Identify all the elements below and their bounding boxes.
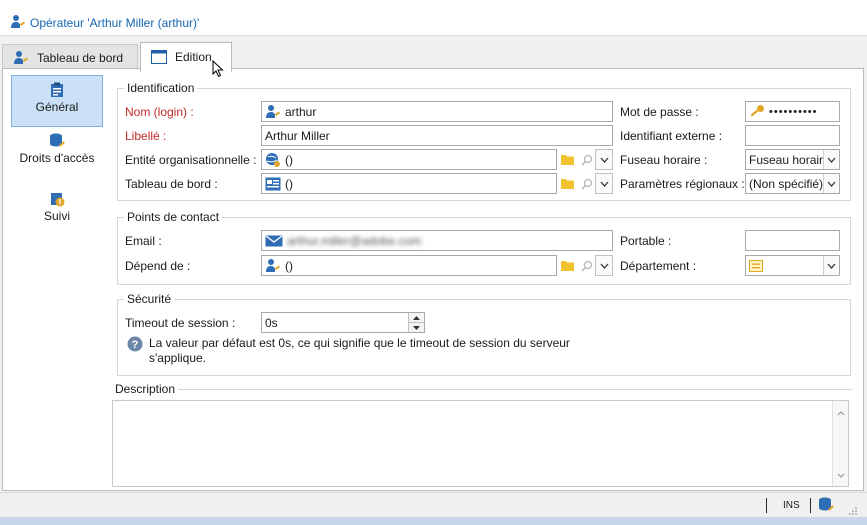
- search-icon[interactable]: [578, 173, 596, 194]
- status-bar: INS: [0, 492, 867, 517]
- nav-label: Droits d'accès: [19, 151, 95, 165]
- nav-item-droits-acces[interactable]: Droits d'accès: [11, 133, 103, 185]
- portable-label: Portable :: [620, 234, 672, 248]
- depend-value: (): [285, 258, 293, 273]
- regional-label: Paramètres régionaux :: [620, 177, 745, 191]
- chevron-down-icon[interactable]: [823, 256, 839, 275]
- timeout-label: Timeout de session :: [125, 316, 236, 330]
- database-key-icon: [49, 133, 65, 149]
- libelle-field[interactable]: Arthur Miller: [261, 125, 613, 146]
- operator-icon: [13, 50, 29, 66]
- description-separator: [115, 389, 852, 390]
- folder-icon[interactable]: [558, 149, 576, 170]
- dashboard-icon: [265, 177, 281, 191]
- nav-item-suivi[interactable]: Suivi: [11, 191, 103, 243]
- libelle-label: Libellé :: [125, 129, 167, 143]
- portable-field[interactable]: [745, 230, 840, 251]
- tab-label: Edition: [175, 50, 212, 64]
- window-bottom-border: [0, 517, 867, 525]
- operator-icon: [265, 104, 281, 120]
- departement-label: Département :: [620, 259, 697, 273]
- status-separator: [810, 498, 811, 513]
- nav-label: Général: [35, 100, 79, 114]
- envelope-icon: [265, 234, 283, 247]
- entite-label: Entité organisationnelle :: [125, 153, 257, 167]
- nav-label: Suivi: [43, 209, 70, 223]
- password-value: ••••••••••: [769, 105, 818, 118]
- key-icon: [749, 104, 765, 120]
- folder-icon[interactable]: [558, 173, 576, 194]
- timezone-select[interactable]: Fuseau horaire: [745, 149, 840, 170]
- group-title: Identification: [124, 81, 198, 95]
- departement-select[interactable]: [745, 255, 840, 276]
- info-badge-icon: [49, 191, 65, 207]
- insert-mode-indicator: INS: [783, 500, 800, 511]
- operator-icon: [265, 258, 281, 274]
- help-icon: ?: [127, 336, 143, 366]
- search-icon[interactable]: [578, 149, 596, 170]
- timeout-info: ? La valeur par défaut est 0s, ce qui si…: [127, 336, 597, 366]
- chevron-down-icon[interactable]: [823, 150, 839, 169]
- tab-bar: Tableau de bord Edition: [0, 36, 867, 78]
- group-title: Points de contact: [124, 210, 223, 224]
- timeout-value: 0s: [265, 315, 278, 330]
- scroll-up-icon[interactable]: [837, 405, 845, 419]
- status-separator: [766, 498, 767, 513]
- search-icon[interactable]: [578, 255, 596, 276]
- tableau-value: (): [285, 176, 293, 191]
- group-title: Sécurité: [124, 292, 175, 306]
- tableau-field[interactable]: (): [261, 173, 557, 194]
- email-field[interactable]: arthur.miller@adobe.com: [261, 230, 613, 251]
- clipboard-icon: [49, 82, 65, 98]
- password-field[interactable]: ••••••••••: [745, 101, 840, 122]
- spin-buttons[interactable]: [408, 313, 424, 332]
- login-field[interactable]: arthur: [261, 101, 613, 122]
- description-scrollbar[interactable]: [832, 401, 848, 486]
- tab-label: Tableau de bord: [37, 50, 124, 65]
- depend-field[interactable]: (): [261, 255, 557, 276]
- mouse-cursor-icon: [212, 59, 224, 81]
- regional-value: (Non spécifié): [749, 176, 824, 191]
- chevron-down-icon[interactable]: [595, 255, 613, 276]
- timeout-info-text: La valeur par défaut est 0s, ce qui sign…: [149, 336, 570, 365]
- entite-field[interactable]: (): [261, 149, 557, 170]
- password-label: Mot de passe :: [620, 105, 699, 119]
- window-icon: [151, 50, 167, 64]
- chevron-down-icon[interactable]: [595, 149, 613, 170]
- globe-user-icon: [265, 152, 281, 168]
- spin-down-icon[interactable]: [409, 322, 424, 332]
- email-value: arthur.miller@adobe.com: [287, 233, 422, 248]
- timezone-label: Fuseau horaire :: [620, 153, 708, 167]
- chevron-down-icon[interactable]: [595, 173, 613, 194]
- regional-select[interactable]: (Non spécifié): [745, 173, 840, 194]
- database-status-icon: [818, 497, 834, 516]
- external-id-label: Identifiant externe :: [620, 129, 723, 143]
- timeout-stepper[interactable]: 0s: [261, 312, 425, 333]
- department-icon: [749, 259, 763, 272]
- svg-text:?: ?: [132, 339, 139, 351]
- depend-label: Dépend de :: [125, 259, 191, 273]
- chevron-down-icon[interactable]: [823, 174, 839, 193]
- login-label: Nom (login) :: [125, 105, 194, 119]
- scroll-down-icon[interactable]: [837, 467, 845, 481]
- external-id-field[interactable]: [745, 125, 840, 146]
- login-value: arthur: [285, 104, 317, 119]
- description-textarea[interactable]: [112, 400, 849, 487]
- timezone-value: Fuseau horaire: [749, 152, 830, 167]
- nav-item-general[interactable]: Général: [11, 75, 103, 127]
- description-label: Description: [115, 382, 179, 396]
- libelle-value: Arthur Miller: [265, 128, 330, 143]
- email-label: Email :: [125, 234, 162, 248]
- folder-icon[interactable]: [558, 255, 576, 276]
- window-title: Opérateur 'Arthur Miller (arthur)': [30, 16, 200, 30]
- spin-up-icon[interactable]: [409, 313, 424, 322]
- tab-tableau-de-bord[interactable]: Tableau de bord: [2, 44, 138, 70]
- operator-icon: [10, 14, 26, 33]
- window-title-bar: Opérateur 'Arthur Miller (arthur)': [0, 0, 867, 36]
- side-navigation: Général Droits d'accès Suivi: [11, 75, 107, 243]
- tableau-label: Tableau de bord :: [125, 177, 218, 191]
- entite-value: (): [285, 152, 293, 167]
